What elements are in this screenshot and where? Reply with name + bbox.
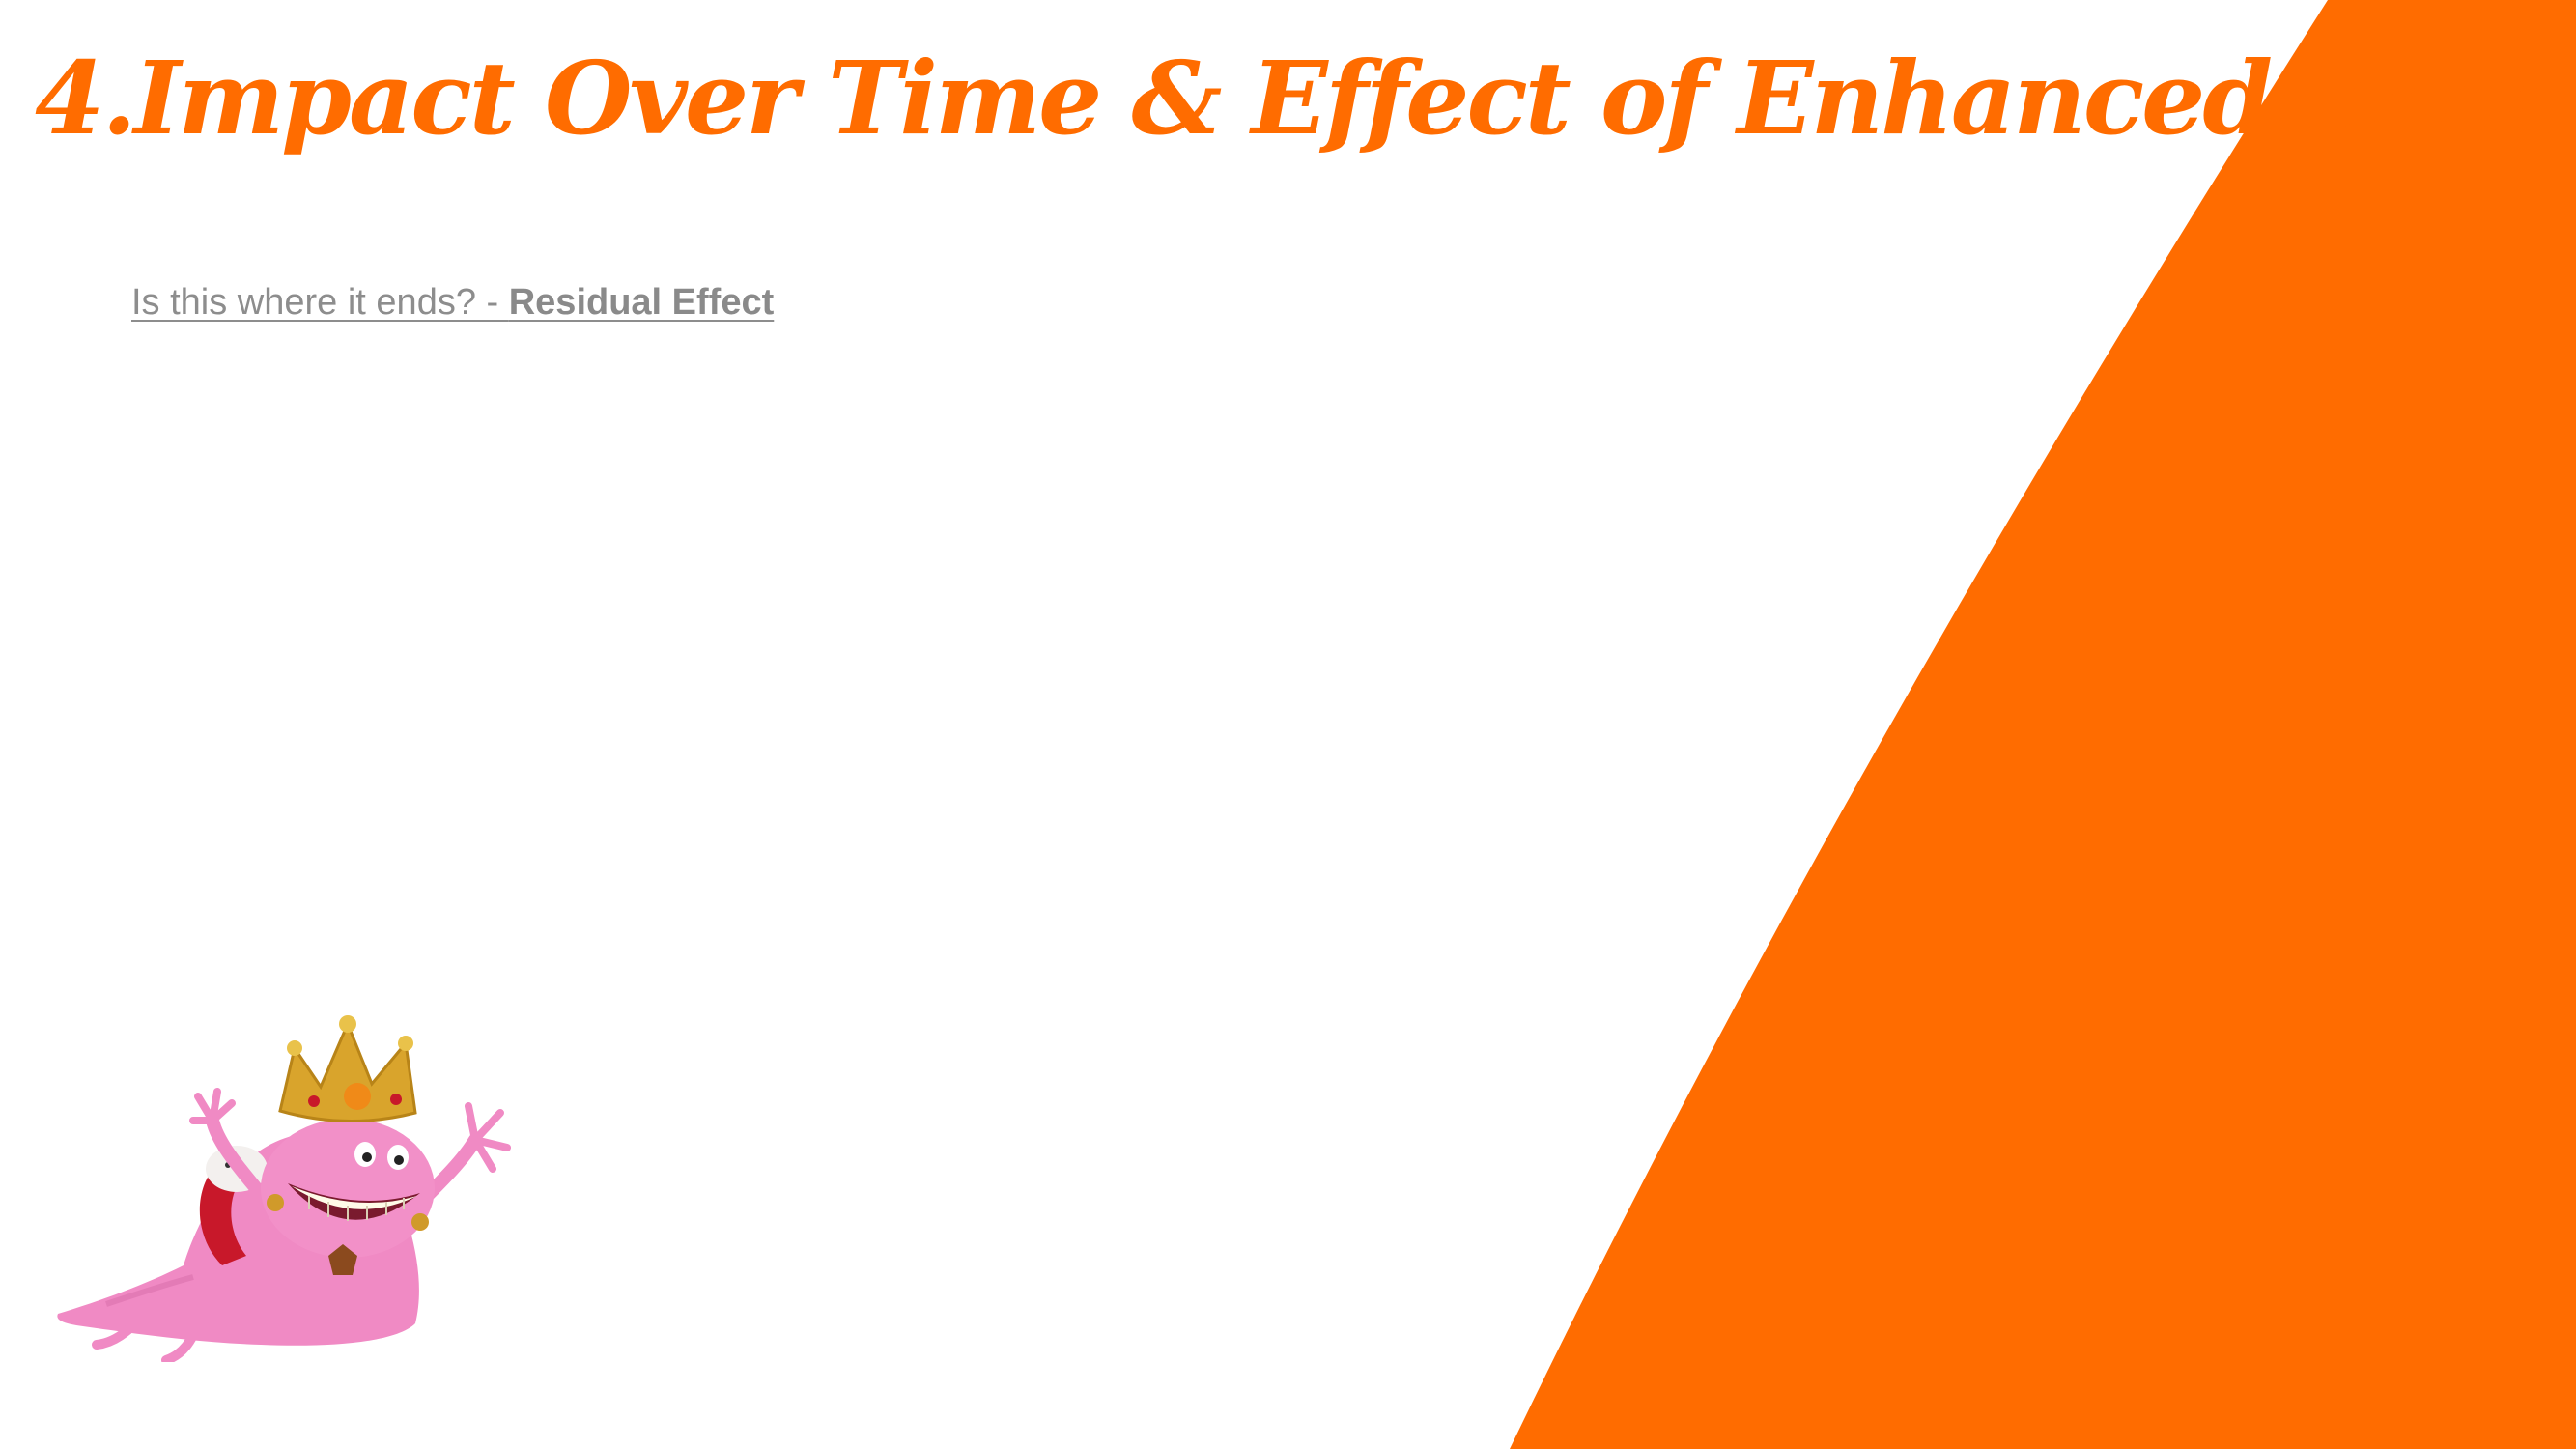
- pink-monster-with-crown-icon: [57, 1015, 511, 1362]
- slide: 4.Impact Over Time & Effect of Enhanced …: [0, 0, 2576, 1449]
- link-bold-text: Residual Effect: [508, 282, 775, 323]
- residual-effect-link[interactable]: Is this where it ends? - Residual Effect: [131, 282, 774, 324]
- link-prefix: Is this where it ends? -: [131, 282, 509, 323]
- slide-title: 4.Impact Over Time & Effect of Enhanced …: [35, 39, 2576, 157]
